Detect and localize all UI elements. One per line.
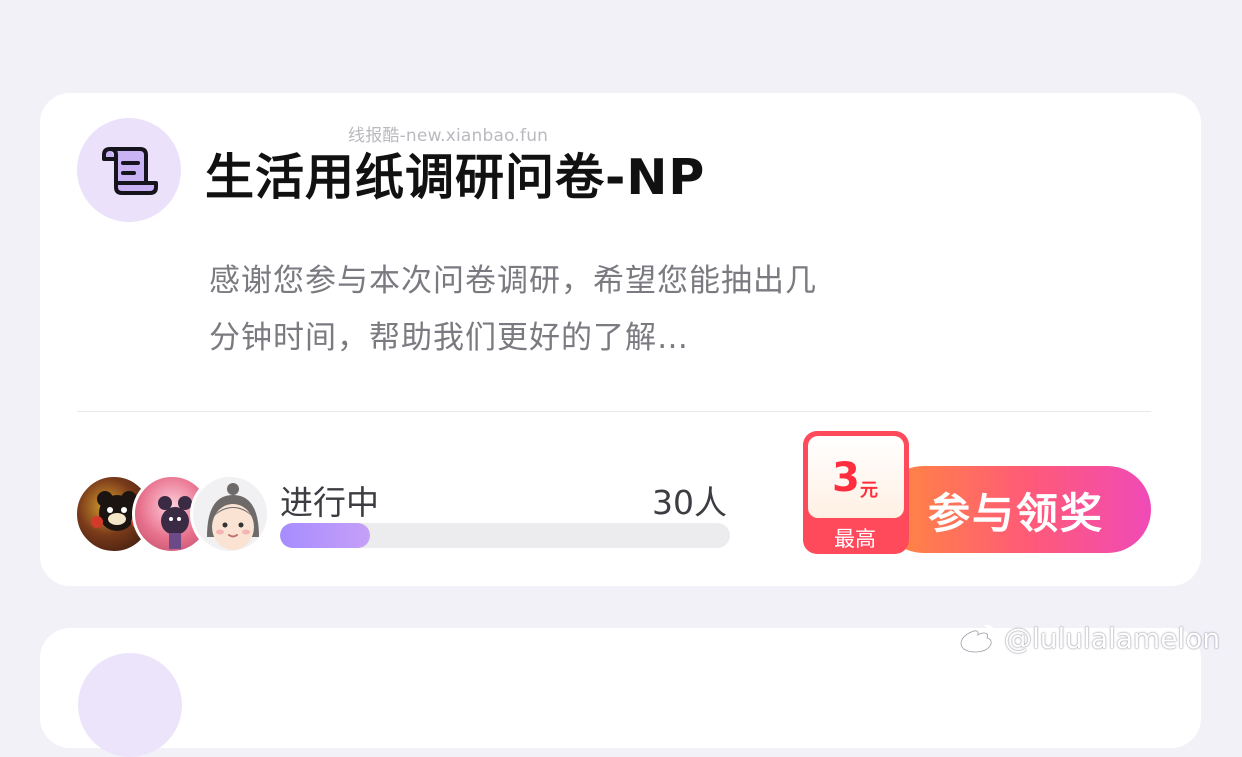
participant-avatars <box>74 474 274 554</box>
reward-amount: 3 <box>832 455 860 501</box>
progress-fill <box>280 523 370 548</box>
reward-note: 最高 <box>834 527 876 551</box>
scroll-document-icon <box>102 147 158 195</box>
reward-unit: 元 <box>860 480 878 501</box>
participant-count: 30人 <box>652 483 727 522</box>
next-survey-icon-badge <box>78 653 182 757</box>
join-reward-label[interactable]: 参与领奖 <box>928 480 1104 541</box>
weibo-handle: @lululalamelon <box>1004 622 1221 655</box>
survey-icon-badge <box>77 118 181 222</box>
survey-title: 生活用纸调研问卷-NP <box>205 149 706 206</box>
card-divider <box>77 411 1151 412</box>
status-label: 进行中 <box>280 483 379 522</box>
participant-avatar-3 <box>190 474 270 554</box>
weibo-watermark: @lululalamelon <box>958 622 1220 655</box>
weibo-icon <box>959 624 997 653</box>
progress-bar <box>280 523 730 548</box>
survey-description: 感谢您参与本次问卷调研，希望您能抽出几分钟时间，帮助我们更好的了解… <box>209 263 817 356</box>
